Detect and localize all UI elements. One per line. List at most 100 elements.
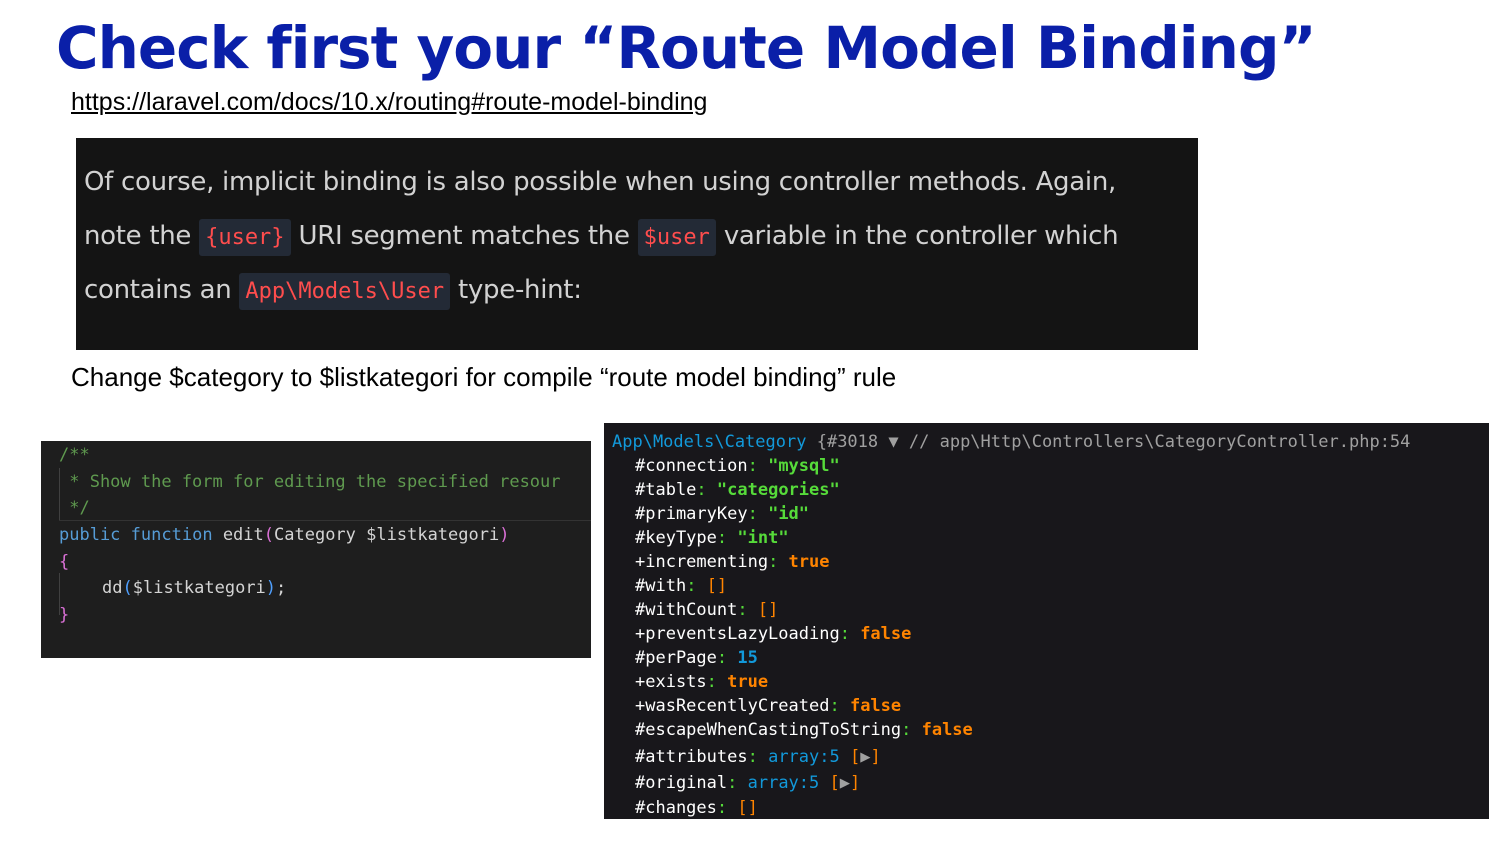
dump-property-row: #withCount: [] (635, 600, 778, 620)
dump-property-value: [] (757, 600, 779, 620)
dump-colon: : (696, 480, 717, 500)
dump-property-key: +incrementing (635, 552, 769, 572)
expand-triangle-icon[interactable]: ▶ (860, 747, 870, 767)
dump-property-value: 15 (737, 648, 758, 668)
docs-text: type-hint: (450, 275, 582, 305)
dump-colon: : (901, 720, 922, 740)
dump-colon: : (747, 747, 769, 767)
call-paren-open: ( (122, 578, 133, 598)
dump-property-row: #escapeWhenCastingToString: false (635, 720, 973, 740)
dump-colon: : (716, 798, 738, 818)
dump-property-row: +exists: true (635, 672, 768, 692)
paren-close: ) (499, 525, 510, 545)
dump-property-value: [] (706, 576, 728, 596)
docs-line-1: Of course, implicit binding is also poss… (84, 167, 1116, 197)
code-editor-snippet: /** * Show the form for editing the spec… (41, 441, 591, 658)
slide-title: Check first your “Route Model Binding” (56, 14, 1317, 82)
docs-text: note the (84, 220, 200, 251)
dump-colon: : (716, 528, 738, 548)
dump-colon: : (706, 672, 728, 692)
dump-colon: : (686, 576, 707, 596)
dump-header: App\Models\Category {#3018 ▼ // app\Http… (612, 432, 1410, 452)
docs-line-3: contains an App\Models\User type-hint: (84, 264, 1188, 319)
bracket: [ (829, 773, 840, 793)
dump-property-key: #original (635, 773, 728, 793)
collapse-toggle-icon[interactable]: ▼ (888, 432, 898, 452)
code-brace-open: { (59, 552, 70, 572)
dump-property-row: +incrementing: true (635, 552, 830, 572)
dump-colon: : (716, 648, 738, 668)
dump-property-row: #perPage: 15 (635, 648, 758, 668)
dump-colon: : (747, 456, 769, 476)
docs-text: URI segment matches the (290, 220, 638, 251)
dump-property-key: #changes (635, 798, 717, 818)
keyword-function: function (130, 525, 213, 545)
docs-text: contains an (84, 275, 240, 305)
dump-property-key: #table (635, 480, 697, 500)
dump-property-key: +preventsLazyLoading (635, 624, 840, 644)
dump-object-id: {#3018 (816, 432, 879, 452)
bracket: [ (849, 747, 861, 767)
dump-property-value: false (921, 720, 973, 740)
docs-link[interactable]: https://laravel.com/docs/10.x/routing#ro… (71, 88, 707, 117)
dump-property-row: #changes: [] (635, 798, 758, 818)
bracket: ] (870, 747, 881, 767)
code-dd-call: dd($listkategori); (102, 578, 286, 598)
dump-colon: : (747, 504, 769, 524)
dd-dump-output: App\Models\Category {#3018 ▼ // app\Http… (604, 423, 1489, 819)
dump-property-row: #with: [] (635, 576, 727, 596)
dump-colon: : (727, 773, 748, 793)
dump-colon: : (839, 624, 861, 644)
code-function-signature: public function edit(Category $listkateg… (59, 525, 509, 545)
dump-source-path: // app\Http\Controllers\CategoryControll… (908, 432, 1411, 452)
dump-property-value: [] (737, 798, 758, 818)
dump-property-value: "mysql" (768, 456, 840, 476)
dump-property-row: +preventsLazyLoading: false (635, 624, 911, 644)
dump-property-key: #primaryKey (635, 504, 748, 524)
dump-property-value: false (849, 696, 902, 716)
call-argument: $listkategori (132, 578, 266, 598)
dump-property-row: #connection: "mysql" (635, 456, 840, 476)
inline-code-user-variable: $user (637, 218, 716, 256)
code-brace-close: } (59, 605, 70, 625)
dump-property-value: true (727, 672, 769, 692)
inline-code-user-segment: {user} (199, 218, 291, 256)
dump-property-row: #attributes: array:5 [▶] (635, 747, 881, 767)
dump-property-row: +wasRecentlyCreated: false (635, 696, 901, 716)
expand-triangle-icon[interactable]: ▶ (840, 773, 850, 793)
call-semicolon: ; (276, 578, 287, 598)
param-type: Category (274, 525, 356, 545)
laravel-docs-excerpt: Of course, implicit binding is also poss… (76, 138, 1198, 350)
dump-property-value: true (788, 552, 830, 572)
code-comment-close: */ (59, 498, 90, 518)
dump-property-value: false (860, 624, 912, 644)
function-name: edit (222, 525, 264, 545)
bracket: ] (850, 773, 861, 793)
dump-property-row: #keyType: "int" (635, 528, 789, 548)
dump-colon: : (768, 552, 789, 572)
dump-class-name: App\Models\Category (612, 432, 807, 452)
keyword-public: public (59, 525, 121, 545)
dump-property-key: #attributes (635, 747, 748, 767)
code-comment-open: /** (59, 445, 90, 465)
call-function: dd (102, 578, 123, 598)
dump-property-value: "int" (737, 528, 789, 548)
dump-property-key: #escapeWhenCastingToString (635, 720, 902, 740)
dump-property-key: #connection (635, 456, 748, 476)
inline-code-user-model: App\Models\User (239, 273, 451, 310)
slide-caption: Change $category to $listkategori for co… (71, 362, 897, 392)
call-paren-close: ) (265, 578, 277, 598)
line-separator (59, 520, 591, 521)
docs-text: variable in the controller which (715, 220, 1119, 251)
dump-property-key: #with (635, 576, 687, 596)
dump-property-row: #primaryKey: "id" (635, 504, 809, 524)
dump-property-value: "categories" (716, 480, 840, 500)
dump-property-row: #original: array:5 [▶] (635, 773, 860, 793)
dump-property-key: #withCount (635, 600, 738, 620)
code-comment-body: * Show the form for editing the specifie… (59, 472, 561, 492)
dump-colon: : (829, 696, 850, 716)
dump-property-key: #keyType (635, 528, 717, 548)
dump-property-key: #perPage (635, 648, 717, 668)
dump-property-key: +exists (635, 672, 707, 692)
dump-property-value: array:5 (747, 773, 820, 793)
